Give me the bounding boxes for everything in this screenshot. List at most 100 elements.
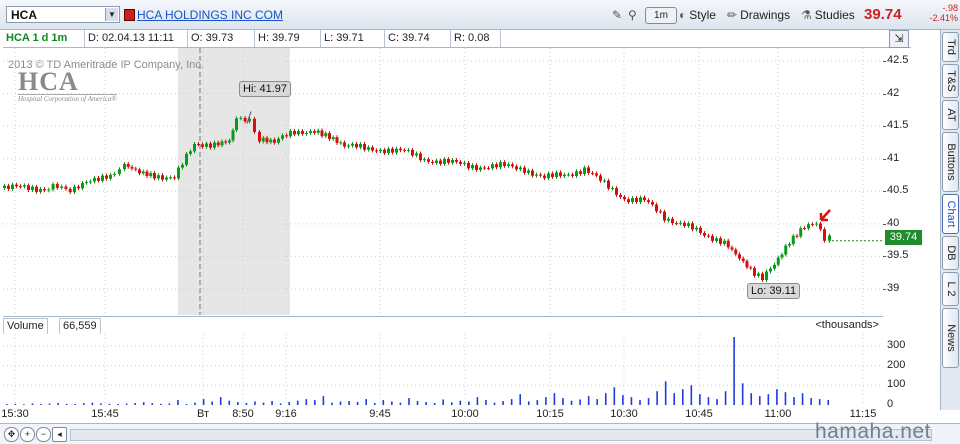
price-axis[interactable]: 42.5 42 41.5 41 40.5 40 39.5 39	[883, 48, 938, 315]
candle-body	[551, 173, 554, 177]
side-tab-at[interactable]: AT	[942, 100, 959, 130]
time-tick-label: 15:45	[91, 408, 119, 420]
price-tick-label: 41.5	[887, 119, 909, 132]
candle-body	[220, 141, 224, 146]
time-tick-label: 15:30	[1, 408, 29, 420]
candle-body	[371, 147, 374, 151]
volume-axis[interactable]: 300 200 100 0	[883, 334, 938, 410]
candle-body	[113, 173, 116, 175]
volume-bar	[664, 381, 667, 405]
side-tab-chart[interactable]: Chart	[942, 194, 959, 234]
symbol-input[interactable]: HCA ▼	[6, 6, 120, 23]
candle-body	[643, 197, 646, 201]
side-tab-trd[interactable]: Trd	[942, 32, 959, 62]
candle-body	[55, 184, 59, 188]
time-tick-label: 10:00	[451, 408, 479, 420]
candle-body	[216, 142, 220, 146]
candle-body	[807, 224, 810, 229]
style-button[interactable]: ◐ Style	[679, 6, 716, 23]
time-axis[interactable]: 15:30 15:45 Вт 8:50 9:16 9:45 10:00 10:15 10:30 1…	[1, 405, 883, 423]
candle-body	[123, 163, 126, 170]
candle-body	[201, 144, 204, 147]
candle-body	[523, 167, 526, 173]
time-tick-label: 9:45	[369, 408, 391, 420]
last-price-flag: 39.74	[885, 230, 922, 245]
symbol-dropdown-icon[interactable]: ▼	[105, 8, 118, 21]
volume-bar	[604, 393, 607, 405]
candle-body	[51, 184, 55, 190]
volume-bar	[322, 396, 325, 405]
wrench-icon[interactable]: ✎	[612, 6, 622, 23]
candle-body	[89, 181, 92, 183]
pan-icon[interactable]: ✥	[4, 427, 19, 442]
candle-body	[615, 188, 618, 195]
candle-body	[31, 186, 34, 191]
candle-body	[819, 223, 822, 230]
volume-chart	[3, 334, 883, 405]
candle-body	[675, 223, 678, 225]
candle-body	[791, 235, 795, 245]
horizontal-scrollbar[interactable]	[70, 429, 932, 441]
candle-body	[451, 159, 454, 163]
price-tick-label: 40.5	[887, 184, 909, 197]
volume-bar	[673, 393, 676, 405]
candle-body	[273, 139, 276, 143]
candle-body	[471, 165, 474, 169]
candle-body	[475, 165, 478, 170]
interval-button[interactable]: 1m	[645, 7, 677, 24]
volume-bar	[553, 393, 556, 405]
candle-body	[339, 142, 343, 144]
volume-bar	[519, 394, 522, 405]
candle-body	[635, 198, 638, 203]
volume-bar	[707, 397, 710, 405]
drawings-button[interactable]: ✏ Drawings	[727, 6, 790, 23]
chart-settings-icon[interactable]: ⇲	[889, 30, 909, 48]
volume-bar	[476, 397, 479, 405]
price-pane[interactable]	[3, 48, 883, 315]
candle-body	[579, 171, 582, 174]
volume-bar	[408, 398, 410, 405]
side-tab-buttons[interactable]: Buttons	[942, 132, 959, 192]
candle-body	[19, 186, 22, 188]
candle-body	[205, 143, 208, 147]
company-logo: HCA Hospital Corporation of America®	[18, 69, 117, 103]
candle-body	[101, 175, 104, 181]
zoom-out-icon[interactable]: −	[36, 427, 51, 442]
candle-body	[757, 273, 760, 276]
symbol-toolbar: HCA ▼ HCA HOLDINGS INC COM ✎ ⚲ 1m ◐ Styl…	[0, 0, 960, 30]
candle-body	[483, 167, 486, 169]
candle-body	[305, 133, 308, 135]
volume-tick-label: 200	[887, 358, 906, 371]
candle-body	[363, 143, 366, 150]
candle-body	[773, 264, 776, 269]
candle-body	[776, 257, 780, 265]
side-tab-db[interactable]: DB	[942, 236, 959, 270]
studies-icon: ⚗	[801, 7, 812, 22]
candle-body	[7, 185, 10, 189]
candle-body	[165, 177, 168, 180]
studies-button[interactable]: ⚗ Studies	[801, 6, 855, 23]
candle-body	[811, 224, 814, 226]
company-name-link[interactable]: HCA HOLDINGS INC COM	[137, 8, 283, 22]
side-tab-ts[interactable]: T&S	[942, 64, 959, 98]
volume-bar	[647, 398, 650, 405]
link-icon[interactable]: ⚲	[628, 6, 637, 23]
side-tab-news[interactable]: News	[942, 308, 959, 368]
candle-body	[707, 235, 710, 237]
candle-body	[503, 162, 506, 166]
candle-body	[213, 142, 216, 148]
symbol-text: HCA	[11, 8, 37, 22]
candle-body	[535, 174, 538, 176]
volume-header: Volume 66,559 <thousands>	[3, 316, 883, 335]
side-tab-l2[interactable]: L 2	[942, 272, 959, 306]
candle-body	[347, 145, 350, 147]
candle-body	[149, 172, 153, 177]
scroll-left-icon[interactable]: ◂	[52, 427, 67, 442]
volume-pane[interactable]	[3, 334, 883, 405]
zoom-in-icon[interactable]: +	[20, 427, 35, 442]
candle-body	[239, 117, 243, 119]
candle-body	[265, 137, 269, 143]
candle-body	[559, 172, 562, 177]
volume-bar	[681, 389, 684, 405]
candle-body	[177, 167, 180, 179]
